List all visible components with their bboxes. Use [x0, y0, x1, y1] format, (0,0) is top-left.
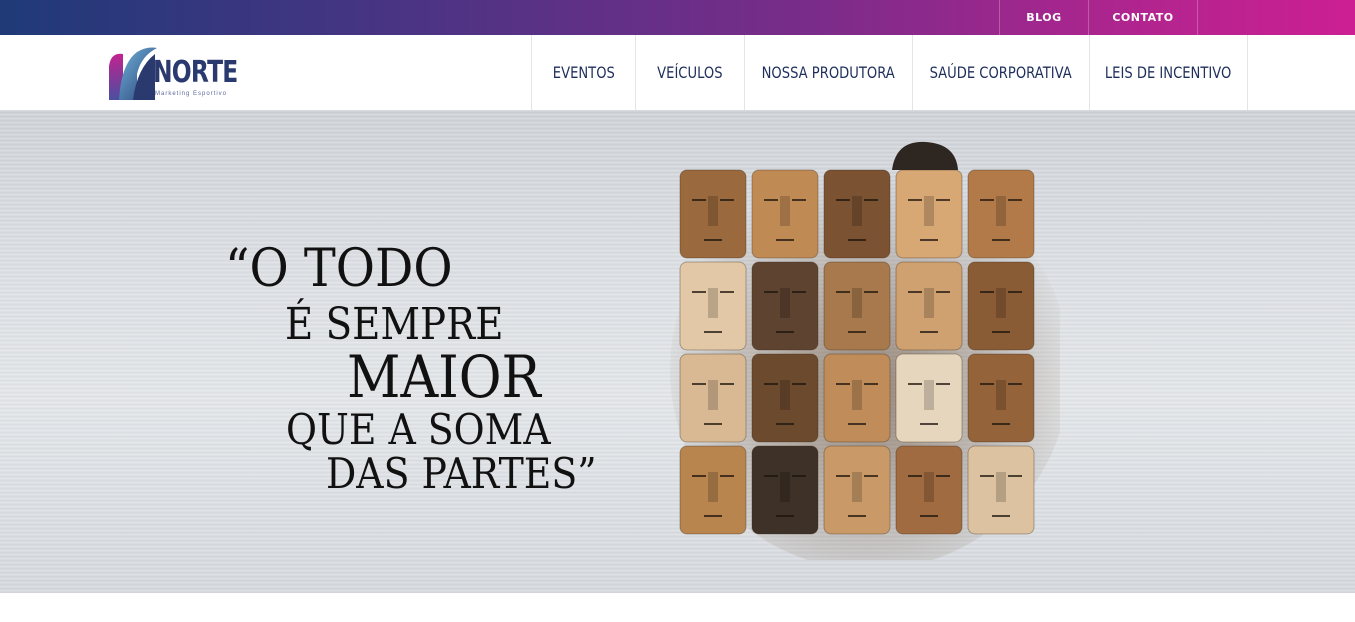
wood-block-nose — [924, 288, 934, 318]
nav-eventos[interactable]: EVENTOS — [531, 35, 635, 110]
quote-line-4: QUE A SOMA — [286, 405, 551, 454]
nav-nossa-produtora-label: NOSSA PRODUTORA — [761, 63, 896, 82]
wood-block-nose — [708, 380, 718, 410]
nav-saude-corporativa-label: SAÚDE CORPORATIVA — [929, 63, 1073, 82]
top-bar: BLOG CONTATO — [0, 0, 1355, 35]
wood-block-nose — [924, 472, 934, 502]
wood-block-nose — [780, 196, 790, 226]
logo[interactable]: NORTE Marketing Esportivo — [107, 44, 238, 102]
contato-link[interactable]: CONTATO — [1088, 0, 1198, 35]
blog-link[interactable]: BLOG — [999, 0, 1088, 35]
hero-banner[interactable]: “O TODO É SEMPRE MAIOR QUE A SOMA DAS PA… — [0, 110, 1355, 593]
quote-line-1: “O TODO — [225, 239, 453, 299]
logo-wordmark: NORTE — [153, 55, 238, 90]
nav-veiculos-label: VEÍCULOS — [657, 63, 723, 82]
nav-nossa-produtora[interactable]: NOSSA PRODUTORA — [744, 35, 912, 110]
nav-saude-corporativa[interactable]: SAÚDE CORPORATIVA — [912, 35, 1089, 110]
wood-block-nose — [924, 380, 934, 410]
top-links: BLOG CONTATO — [999, 0, 1198, 35]
wood-block-nose — [996, 196, 1006, 226]
norte-logo-mark — [109, 47, 157, 100]
wood-block-nose — [852, 288, 862, 318]
nav-veiculos[interactable]: VEÍCULOS — [635, 35, 744, 110]
page-below-hero — [0, 593, 1355, 622]
wood-block-nose — [708, 472, 718, 502]
wood-block-nose — [852, 380, 862, 410]
wood-block-nose — [708, 288, 718, 318]
wood-block-nose — [852, 472, 862, 502]
wood-block-nose — [996, 380, 1006, 410]
hero-quote: “O TODO É SEMPRE MAIOR QUE A SOMA DAS PA… — [0, 110, 620, 593]
wood-block-nose — [996, 472, 1006, 502]
site-header: NORTE Marketing Esportivo EVENTOS VEÍCUL… — [0, 35, 1355, 110]
wood-block-nose — [708, 196, 718, 226]
wood-block-nose — [996, 288, 1006, 318]
quote-line-3: MAIOR — [347, 343, 541, 411]
wood-block-nose — [852, 196, 862, 226]
logo-tagline: Marketing Esportivo — [155, 91, 228, 97]
main-nav: EVENTOS VEÍCULOS NOSSA PRODUTORA SAÚDE C… — [531, 35, 1248, 110]
wood-block-nose — [780, 288, 790, 318]
nav-eventos-label: EVENTOS — [552, 63, 615, 82]
wood-block-nose — [780, 472, 790, 502]
nav-leis-de-incentivo-label: LEIS DE INCENTIVO — [1105, 63, 1232, 82]
quote-line-5: DAS PARTES” — [326, 449, 597, 498]
nav-leis-de-incentivo[interactable]: LEIS DE INCENTIVO — [1089, 35, 1248, 110]
wood-block-nose — [780, 380, 790, 410]
quote-line-2: É SEMPRE — [285, 299, 504, 350]
wooden-faces-image — [670, 141, 1060, 560]
wood-block-hair — [892, 141, 958, 170]
wood-block-nose — [924, 196, 934, 226]
